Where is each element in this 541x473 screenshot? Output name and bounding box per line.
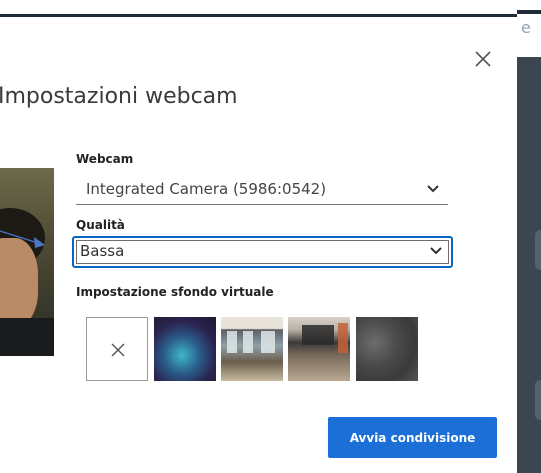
virtual-background-label: Impostazione sfondo virtuale	[76, 285, 274, 299]
quality-label: Qualità	[76, 218, 125, 232]
chevron-down-icon	[430, 247, 442, 255]
background-office-option-2[interactable]	[288, 317, 350, 381]
background-none-option[interactable]	[86, 317, 148, 381]
background-blur-option[interactable]	[154, 317, 216, 381]
no-background-icon	[111, 343, 125, 357]
background-app-control	[535, 380, 541, 420]
quality-select-value: Bassa	[80, 242, 125, 260]
background-app: e	[517, 0, 541, 473]
start-sharing-button[interactable]: Avvia condivisione	[328, 417, 497, 458]
background-stone-option[interactable]	[356, 317, 418, 381]
webcam-select[interactable]: Integrated Camera (5986:0542)	[76, 176, 448, 205]
background-app-topbar	[517, 10, 541, 14]
webcam-select-value: Integrated Camera (5986:0542)	[86, 180, 327, 198]
close-icon	[475, 51, 491, 67]
quality-select[interactable]: Bassa	[72, 236, 453, 268]
background-app-text-fragment: e	[521, 18, 531, 37]
close-button[interactable]	[468, 44, 498, 74]
chevron-down-icon	[427, 185, 439, 193]
background-app-control	[535, 230, 541, 270]
webcam-label: Webcam	[76, 152, 134, 166]
background-office-option-1[interactable]	[221, 317, 283, 381]
